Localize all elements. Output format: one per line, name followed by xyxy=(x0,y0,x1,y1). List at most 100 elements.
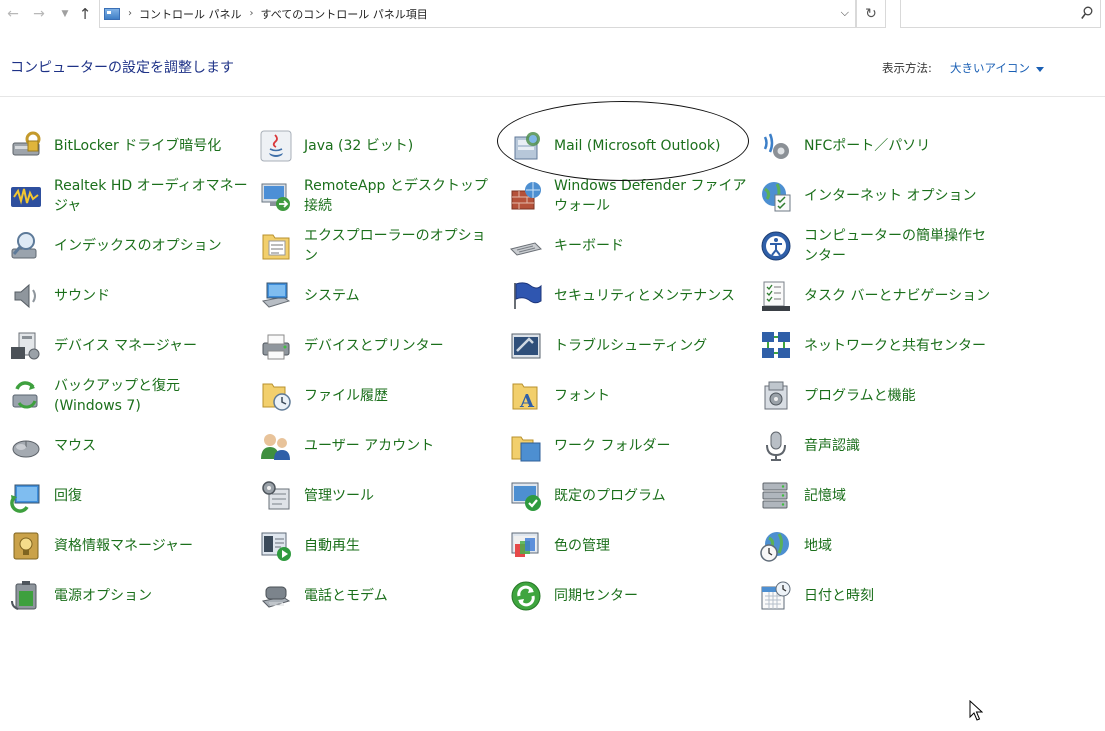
control-panel-item[interactable]: システム xyxy=(258,271,508,321)
control-panel-item-label[interactable]: タスク バーとナビゲーション xyxy=(804,286,990,306)
control-panel-item[interactable]: トラブルシューティング xyxy=(508,321,758,371)
control-panel-item[interactable]: 色の管理 xyxy=(508,521,758,571)
control-panel-item-label[interactable]: トラブルシューティング xyxy=(554,336,707,356)
control-panel-item-label[interactable]: 電話とモデム xyxy=(304,586,388,606)
control-panel-item-label[interactable]: 日付と時刻 xyxy=(804,586,874,606)
control-panel-item[interactable]: 資格情報マネージャー xyxy=(8,521,258,571)
control-panel-item-label[interactable]: 自動再生 xyxy=(304,536,360,556)
control-panel-item[interactable]: コンピューターの簡単操作センター xyxy=(758,221,1008,271)
control-panel-item[interactable]: 記憶域 xyxy=(758,471,1008,521)
control-panel-item-label[interactable]: Windows Defender ファイアウォール xyxy=(554,176,749,216)
control-panel-item-label[interactable]: 色の管理 xyxy=(554,536,610,556)
control-panel-item[interactable]: A フォント xyxy=(508,371,758,421)
control-panel-item[interactable]: ネットワークと共有センター xyxy=(758,321,1008,371)
control-panel-item[interactable]: ファイル履歴 xyxy=(258,371,508,421)
control-panel-item-label[interactable]: システム xyxy=(304,286,360,306)
control-panel-item-label[interactable]: フォント xyxy=(554,386,610,406)
control-panel-item-label[interactable]: Java (32 ビット) xyxy=(304,136,413,156)
control-panel-item-label[interactable]: 音声認識 xyxy=(804,436,860,456)
control-panel-item[interactable]: Windows Defender ファイアウォール xyxy=(508,171,758,221)
dropdown-arrow-icon[interactable] xyxy=(1035,66,1044,72)
mail-icon xyxy=(508,128,544,164)
control-panel-item[interactable]: BitLocker ドライブ暗号化 xyxy=(8,121,258,171)
control-panel-item-label[interactable]: ファイル履歴 xyxy=(304,386,388,406)
control-panel-item[interactable]: 回復 xyxy=(8,471,258,521)
control-panel-item-label[interactable]: セキュリティとメンテナンス xyxy=(554,286,735,306)
control-panel-item[interactable]: 電源オプション xyxy=(8,571,258,621)
search-box[interactable] xyxy=(900,0,1101,28)
control-panel-item-label[interactable]: 資格情報マネージャー xyxy=(54,536,193,556)
credential-icon xyxy=(8,528,44,564)
control-panel-item[interactable]: インターネット オプション xyxy=(758,171,1008,221)
control-panel-item-label[interactable]: 既定のプログラム xyxy=(554,486,666,506)
control-panel-item-label[interactable]: エクスプローラーのオプション xyxy=(304,226,499,266)
control-panel-item[interactable]: 地域 xyxy=(758,521,1008,571)
control-panel-item[interactable]: Java (32 ビット) xyxy=(258,121,508,171)
control-panel-item[interactable]: デバイス マネージャー xyxy=(8,321,258,371)
control-panel-item-label[interactable]: 地域 xyxy=(804,536,832,556)
control-panel-item-label[interactable]: デバイスとプリンター xyxy=(304,336,444,356)
control-panel-item-label[interactable]: キーボード xyxy=(554,236,624,256)
address-box[interactable]: › コントロール パネル › すべてのコントロール パネル項目 ⌵ xyxy=(99,0,856,28)
control-panel-item-label[interactable]: プログラムと機能 xyxy=(804,386,916,406)
control-panel-item[interactable]: NFCポート／パソリ xyxy=(758,121,1008,171)
refresh-button[interactable]: ↻ xyxy=(856,0,886,28)
control-panel-item[interactable]: 既定のプログラム xyxy=(508,471,758,521)
breadcrumb-all-items[interactable]: すべてのコントロール パネル項目 xyxy=(261,6,428,22)
control-panel-item[interactable]: 管理ツール xyxy=(258,471,508,521)
control-panel-item-label[interactable]: 管理ツール xyxy=(304,486,374,506)
control-panel-item-label[interactable]: 同期センター xyxy=(554,586,638,606)
control-panel-item-label[interactable]: サウンド xyxy=(54,286,110,306)
control-panel-item[interactable]: 自動再生 xyxy=(258,521,508,571)
control-panel-item-label[interactable]: コンピューターの簡単操作センター xyxy=(804,226,999,266)
sound-icon xyxy=(8,278,44,314)
view-by-value[interactable]: 大きいアイコン xyxy=(950,60,1030,76)
control-panel-item-label[interactable]: マウス xyxy=(54,436,96,456)
control-panel-item[interactable]: 電話とモデム xyxy=(258,571,508,621)
up-arrow-icon[interactable]: ↑ xyxy=(76,5,94,23)
control-panel-item-label[interactable]: ワーク フォルダー xyxy=(554,436,670,456)
search-icon[interactable] xyxy=(1081,6,1093,20)
breadcrumb-control-panel[interactable]: コントロール パネル xyxy=(139,6,242,22)
control-panel-item[interactable]: Mail (Microsoft Outlook) xyxy=(508,121,758,171)
control-panel-item[interactable]: 音声認識 xyxy=(758,421,1008,471)
control-panel-item-label[interactable]: Mail (Microsoft Outlook) xyxy=(554,136,720,156)
control-panel-item[interactable]: バックアップと復元 (Windows 7) xyxy=(8,371,258,421)
control-panel-item-label[interactable]: Realtek HD オーディオマネージャ xyxy=(54,176,249,216)
control-panel-item[interactable]: 日付と時刻 xyxy=(758,571,1008,621)
recent-locations-chevron-icon[interactable]: ▼ xyxy=(56,5,74,23)
control-panel-item-label[interactable]: RemoteApp とデスクトップ接続 xyxy=(304,176,499,216)
control-panel-item[interactable]: セキュリティとメンテナンス xyxy=(508,271,758,321)
forward-arrow-icon[interactable]: → xyxy=(30,5,48,23)
control-panel-item-label[interactable]: ユーザー アカウント xyxy=(304,436,434,456)
control-panel-item-label[interactable]: 記憶域 xyxy=(804,486,846,506)
control-panel-item[interactable]: インデックスのオプション xyxy=(8,221,258,271)
control-panel-item[interactable]: タスク バーとナビゲーション xyxy=(758,271,1008,321)
control-panel-item-label[interactable]: NFCポート／パソリ xyxy=(804,136,930,156)
control-panel-item[interactable]: RemoteApp とデスクトップ接続 xyxy=(258,171,508,221)
control-panel-item-label[interactable]: インターネット オプション xyxy=(804,186,976,206)
back-arrow-icon[interactable]: ← xyxy=(4,5,22,23)
control-panel-item[interactable]: マウス xyxy=(8,421,258,471)
control-panel-item-label[interactable]: BitLocker ドライブ暗号化 xyxy=(54,136,221,156)
control-panel-item-label[interactable]: バックアップと復元 (Windows 7) xyxy=(54,376,249,416)
control-panel-item-label[interactable]: インデックスのオプション xyxy=(54,236,222,256)
control-panel-item[interactable]: Realtek HD オーディオマネージャ xyxy=(8,171,258,221)
control-panel-item[interactable]: ユーザー アカウント xyxy=(258,421,508,471)
control-panel-item-label[interactable]: ネットワークと共有センター xyxy=(804,336,986,356)
search-input[interactable] xyxy=(905,0,1075,26)
view-by-dropdown[interactable]: 大きいアイコン xyxy=(950,60,1044,76)
address-dropdown-chevron-icon[interactable]: ⌵ xyxy=(841,6,849,20)
control-panel-item[interactable]: ワーク フォルダー xyxy=(508,421,758,471)
control-panel-item[interactable]: エクスプローラーのオプション xyxy=(258,221,508,271)
control-panel-item[interactable]: 同期センター xyxy=(508,571,758,621)
breadcrumb-chevron-icon[interactable]: › xyxy=(250,8,254,19)
control-panel-item[interactable]: キーボード xyxy=(508,221,758,271)
control-panel-item[interactable]: デバイスとプリンター xyxy=(258,321,508,371)
control-panel-item[interactable]: サウンド xyxy=(8,271,258,321)
control-panel-item[interactable]: プログラムと機能 xyxy=(758,371,1008,421)
control-panel-item-label[interactable]: 回復 xyxy=(54,486,82,506)
control-panel-item-label[interactable]: デバイス マネージャー xyxy=(54,336,197,356)
control-panel-item-label[interactable]: 電源オプション xyxy=(54,586,152,606)
breadcrumb-chevron-icon[interactable]: › xyxy=(128,8,132,19)
